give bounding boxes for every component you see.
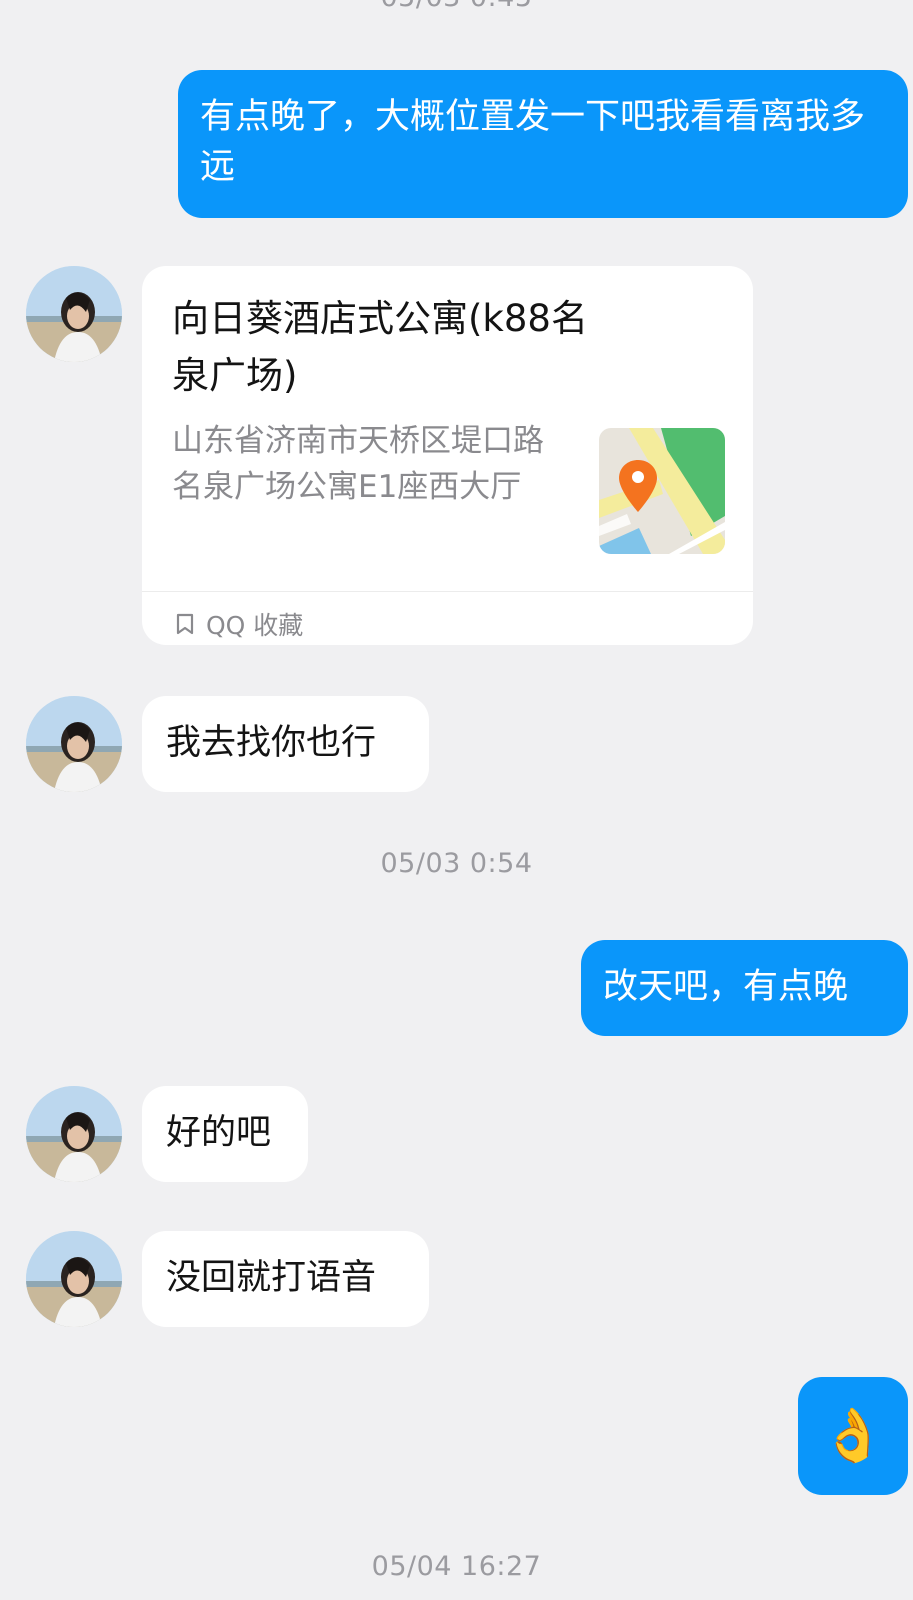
bookmark-icon	[176, 613, 194, 635]
avatar-image	[26, 266, 122, 362]
avatar-image	[26, 1086, 122, 1182]
incoming-message-bubble[interactable]: 没回就打语音	[142, 1231, 429, 1327]
location-card[interactable]: 向日葵酒店式公寓(k88名泉广场) 山东省济南市天桥区堤口路名泉广场公寓E1座西…	[142, 266, 753, 645]
map-thumbnail	[599, 428, 725, 554]
avatar-image	[26, 696, 122, 792]
timestamp-bottom: 05/04 16:27	[371, 1551, 542, 1582]
timestamp-top: 05/03 0:45	[0, 0, 913, 13]
contact-avatar[interactable]	[26, 1231, 122, 1327]
message-text: 改天吧，有点晚	[603, 967, 849, 1007]
outgoing-message-bubble[interactable]: 改天吧，有点晚	[581, 940, 908, 1036]
contact-avatar[interactable]	[26, 1086, 122, 1182]
message-text: 好的吧	[166, 1113, 272, 1153]
incoming-message-bubble[interactable]: 我去找你也行	[142, 696, 429, 792]
location-address: 山东省济南市天桥区堤口路名泉广场公寓E1座西大厅	[172, 423, 544, 505]
avatar-image	[26, 1231, 122, 1327]
card-source: QQ 收藏	[174, 604, 303, 644]
contact-avatar[interactable]	[26, 696, 122, 792]
timestamp-middle: 05/03 0:54	[380, 848, 533, 879]
outgoing-emoji-bubble[interactable]: 👌	[798, 1377, 908, 1495]
source-label: QQ 收藏	[206, 611, 304, 640]
message-text: 我去找你也行	[166, 723, 377, 763]
location-title: 向日葵酒店式公寓(k88名泉广场)	[172, 297, 588, 397]
message-text: 没回就打语音	[166, 1258, 377, 1298]
contact-avatar[interactable]	[26, 266, 122, 362]
message-text: 有点晚了，大概位置发一下吧我看看离我多远	[200, 97, 866, 187]
card-divider	[142, 591, 753, 592]
outgoing-message-bubble[interactable]: 有点晚了，大概位置发一下吧我看看离我多远	[178, 70, 908, 218]
ok-hand-emoji: 👌	[820, 1406, 886, 1466]
incoming-message-bubble[interactable]: 好的吧	[142, 1086, 308, 1182]
